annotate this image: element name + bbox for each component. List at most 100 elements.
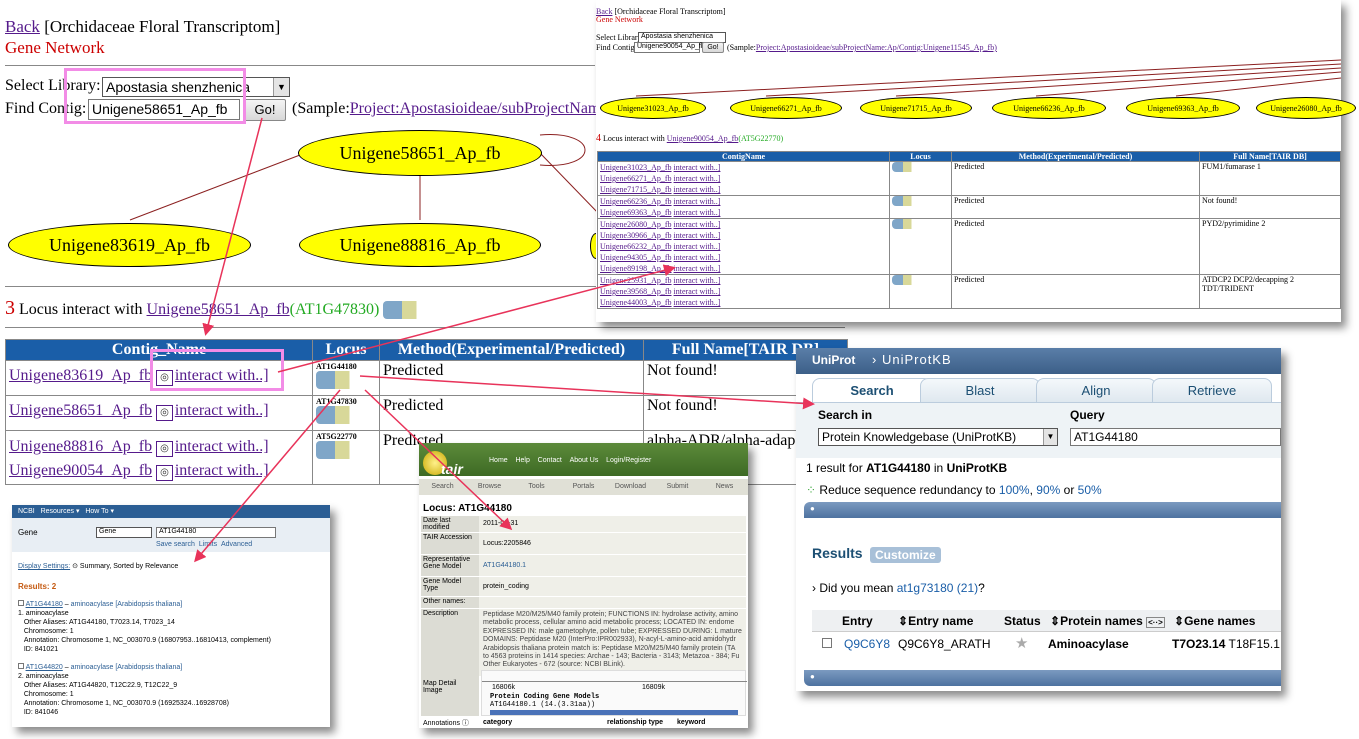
search-input[interactable]: AT1G44180 bbox=[156, 527, 276, 538]
pct-100-link[interactable]: 100% bbox=[999, 483, 1030, 497]
result-title-link[interactable]: AT1G44820 bbox=[26, 664, 63, 671]
locus-links-icon[interactable] bbox=[892, 162, 920, 172]
nav-about[interactable]: About Us bbox=[570, 457, 599, 464]
query-input[interactable]: AT1G44180 bbox=[1070, 428, 1281, 446]
limits-link[interactable]: Limits bbox=[199, 541, 217, 548]
network-node[interactable]: Unigene83619_Ap_fb bbox=[8, 223, 251, 267]
tab-download[interactable]: Download bbox=[607, 479, 654, 495]
col-entry[interactable]: Entry bbox=[842, 614, 873, 628]
interact-link[interactable]: interact with..] bbox=[674, 231, 721, 240]
contig-link[interactable]: Unigene90054_Ap_fb bbox=[9, 462, 152, 479]
nav-help[interactable]: Help bbox=[515, 457, 529, 464]
interact-link[interactable]: interact with..] bbox=[175, 402, 269, 419]
col-entry-name[interactable]: ⇕Entry name bbox=[898, 614, 973, 628]
db-select[interactable]: Gene bbox=[96, 527, 152, 538]
interact-link[interactable]: interact with..] bbox=[674, 276, 721, 285]
contig-link[interactable]: Unigene66236_Ap_fb bbox=[600, 197, 672, 206]
pct-50-link[interactable]: 50% bbox=[1078, 483, 1102, 497]
tab-news[interactable]: News bbox=[701, 479, 748, 495]
col-gene-names[interactable]: ⇕Gene names bbox=[1174, 614, 1255, 628]
tab-search[interactable]: Search bbox=[812, 378, 932, 402]
result-title-link[interactable]: AT1G44180 bbox=[26, 601, 63, 608]
locus-links-icon[interactable] bbox=[316, 441, 364, 459]
nav-contact[interactable]: Contact bbox=[538, 457, 562, 464]
map-detail-image[interactable]: 16806k 16809k Protein Coding Gene Models… bbox=[481, 670, 747, 716]
locus-links-icon[interactable] bbox=[892, 275, 920, 285]
pct-90-link[interactable]: 90% bbox=[1036, 483, 1060, 497]
howto-menu[interactable]: How To bbox=[85, 508, 108, 515]
contig-link[interactable]: Unigene66232_Ap_fb bbox=[600, 242, 672, 251]
tab-browse[interactable]: Browse bbox=[466, 479, 513, 495]
chevron-down-icon[interactable]: ▼ bbox=[1043, 429, 1057, 445]
go-button[interactable]: Go! bbox=[244, 99, 286, 121]
contig-link[interactable]: Unigene39568_Ap_fb bbox=[600, 287, 672, 296]
chevron-down-icon[interactable]: ▼ bbox=[273, 78, 289, 96]
expand-icon[interactable]: <··> bbox=[1146, 617, 1165, 628]
tab-submit[interactable]: Submit bbox=[654, 479, 701, 495]
result-checkbox[interactable] bbox=[18, 663, 24, 669]
locus-contig-link[interactable]: Unigene90054_Ap_fb bbox=[667, 134, 739, 143]
database-select[interactable]: Protein Knowledgebase (UniProtKB) ▼ bbox=[818, 428, 1058, 446]
contig-link[interactable]: Unigene30966_Ap_fb bbox=[600, 231, 672, 240]
contig-link[interactable]: Unigene88816_Ap_fb bbox=[9, 438, 152, 455]
interact-link[interactable]: interact with..] bbox=[674, 185, 721, 194]
interact-link[interactable]: interact with..] bbox=[674, 197, 721, 206]
locus-links-icon[interactable] bbox=[316, 406, 364, 424]
interact-button[interactable]: ◎ bbox=[156, 404, 173, 421]
contig-link[interactable]: Unigene31023_Ap_fb bbox=[600, 163, 672, 172]
contig-link[interactable]: Unigene44003_Ap_fb bbox=[600, 298, 672, 307]
col-status[interactable]: Status bbox=[1004, 614, 1041, 628]
tab-search[interactable]: Search bbox=[419, 479, 466, 495]
network-node[interactable]: Unigene31023_Ap_fb bbox=[600, 97, 706, 119]
network-node[interactable]: Unigene66236_Ap_fb bbox=[992, 97, 1106, 119]
locus-links-icon[interactable] bbox=[383, 301, 432, 320]
go-button[interactable]: Go! bbox=[702, 42, 724, 53]
interact-link[interactable]: interact with..] bbox=[674, 242, 721, 251]
nav-login[interactable]: Login/Register bbox=[606, 457, 651, 464]
customize-button[interactable]: Customize bbox=[870, 547, 941, 563]
contig-link[interactable]: Unigene69363_Ap_fb bbox=[600, 208, 672, 217]
network-node[interactable]: Unigene58651_Ap_fb bbox=[298, 130, 542, 176]
contig-link[interactable]: Unigene25931_Ap_fb bbox=[600, 276, 672, 285]
tab-align[interactable]: Align bbox=[1036, 378, 1156, 402]
entry-link[interactable]: Q9C6Y8 bbox=[844, 637, 890, 651]
interact-link[interactable]: interact with..] bbox=[674, 264, 721, 273]
interact-button[interactable]: ◎ bbox=[156, 465, 173, 481]
nav-home[interactable]: Home bbox=[489, 457, 508, 464]
interact-link[interactable]: interact with..] bbox=[674, 298, 721, 307]
contig-input[interactable]: Unigene90054_Ap_fb bbox=[634, 42, 705, 53]
interact-link[interactable]: interact with..] bbox=[674, 220, 721, 229]
tab-tools[interactable]: Tools bbox=[513, 479, 560, 495]
network-node[interactable]: Unigene71715_Ap_fb bbox=[860, 97, 972, 119]
back-link[interactable]: Back bbox=[5, 17, 40, 36]
locus-contig-link[interactable]: Unigene58651_Ap_fb bbox=[147, 301, 290, 318]
contig-link[interactable]: Unigene66271_Ap_fb bbox=[600, 174, 672, 183]
interact-link[interactable]: interact with..] bbox=[175, 438, 269, 455]
network-node[interactable]: Unigene88816_Ap_fb bbox=[299, 223, 541, 267]
tab-portals[interactable]: Portals bbox=[560, 479, 607, 495]
contig-link[interactable]: Unigene89198_Ap_fb bbox=[600, 264, 672, 273]
interact-link[interactable]: interact with..] bbox=[674, 163, 721, 172]
interact-link[interactable]: interact with..] bbox=[175, 462, 269, 479]
col-protein-names[interactable]: ⇕Protein names <··> bbox=[1050, 614, 1165, 628]
network-node[interactable]: Unigene66271_Ap_fb bbox=[730, 97, 842, 119]
tab-blast[interactable]: Blast bbox=[920, 378, 1040, 402]
suggestion-link[interactable]: at1g73180 (21) bbox=[897, 581, 978, 595]
sample-link[interactable]: Project:Apostasioideae/subProjectNam bbox=[350, 100, 601, 117]
interact-link[interactable]: interact with..] bbox=[674, 174, 721, 183]
locus-links-icon[interactable] bbox=[892, 219, 920, 229]
display-settings-link[interactable]: Display Settings: bbox=[18, 563, 70, 570]
interact-link[interactable]: interact with..] bbox=[674, 253, 721, 262]
interact-link[interactable]: interact with..] bbox=[674, 287, 721, 296]
locus-links-icon[interactable] bbox=[316, 371, 364, 389]
interact-link[interactable]: interact with..] bbox=[674, 208, 721, 217]
advanced-link[interactable]: Advanced bbox=[221, 541, 252, 548]
contig-link[interactable]: Unigene71715_Ap_fb bbox=[600, 185, 672, 194]
network-node[interactable]: Unigene69363_Ap_fb bbox=[1126, 97, 1240, 119]
tab-retrieve[interactable]: Retrieve bbox=[1152, 378, 1272, 402]
row-checkbox[interactable] bbox=[822, 638, 832, 648]
sample-link[interactable]: Project:Apostasioideae/subProjectName:Ap… bbox=[756, 43, 997, 52]
resources-menu[interactable]: Resources bbox=[41, 508, 74, 515]
result-checkbox[interactable] bbox=[18, 600, 24, 606]
network-node[interactable]: Unigene26080_Ap_fb bbox=[1256, 97, 1356, 119]
